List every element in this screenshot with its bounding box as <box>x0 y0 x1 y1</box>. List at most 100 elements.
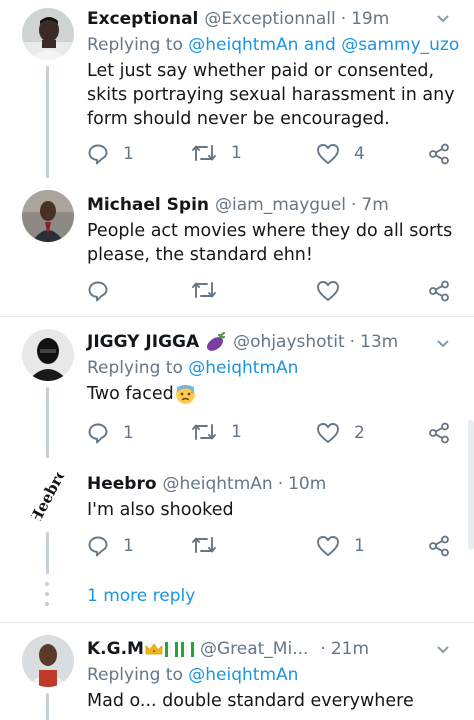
like-button[interactable] <box>316 280 340 302</box>
replying-to: Replying to @heiqhtmAn and @sammy_uzo <box>87 33 464 57</box>
reply-button[interactable]: 1 <box>87 535 134 557</box>
thread-line <box>46 66 49 178</box>
tweet-header: Michael Spin @iam_mayguel · 7m <box>87 193 464 217</box>
tweet-text: Two faced <box>87 384 174 404</box>
retweet-button[interactable] <box>191 535 217 555</box>
share-icon <box>429 143 449 165</box>
separator-dot: · <box>277 474 284 494</box>
scrollbar[interactable] <box>468 420 474 550</box>
user-handle[interactable]: @Great_Mi... <box>200 637 308 661</box>
avatar[interactable] <box>22 329 74 381</box>
timestamp[interactable]: 13m <box>360 330 398 354</box>
retweet-count: 1 <box>231 422 242 442</box>
thread-line <box>46 387 49 458</box>
timestamp[interactable]: 7m <box>361 193 388 217</box>
reply-count: 1 <box>123 144 134 164</box>
reply-button[interactable] <box>87 280 109 302</box>
display-name[interactable]: Heebro <box>87 472 157 496</box>
separator-dot: · <box>320 639 326 659</box>
user-handle[interactable]: @heiqhtmAn <box>163 472 273 496</box>
avatar[interactable]: Heebro <box>22 470 74 522</box>
retweet-button[interactable]: 1 <box>191 422 242 442</box>
reply-tweet[interactable]: Michael Spin @iam_mayguel · 7m People ac… <box>0 178 474 316</box>
avatar[interactable] <box>22 8 74 60</box>
display-name[interactable]: Exceptional <box>87 7 198 31</box>
chevron-down-icon[interactable] <box>436 643 450 657</box>
separator-dot: · <box>349 332 356 352</box>
more-replies-link[interactable]: 1 more reply <box>87 586 195 606</box>
tweet-body: K.G.M @Great_Mi... · 21m Replying to @he… <box>87 637 464 713</box>
separator-dot: · <box>351 195 357 215</box>
replying-to: Replying to @heiqhtmAn <box>87 356 464 380</box>
chevron-down-icon[interactable] <box>436 337 450 351</box>
thread-dots <box>45 582 49 612</box>
retweet-count: 1 <box>231 143 242 163</box>
heart-icon <box>317 423 339 443</box>
tweet-header: K.G.M @Great_Mi... · 21m <box>87 637 464 661</box>
heart-icon <box>317 281 339 301</box>
like-button[interactable]: 4 <box>316 143 365 165</box>
reply-tweet[interactable]: K.G.M @Great_Mi... · 21m Replying to @he… <box>0 623 474 720</box>
share-icon <box>429 280 449 302</box>
heart-icon <box>317 536 339 556</box>
tweet-actions <box>87 280 458 304</box>
reply-tweet[interactable]: Exceptional @Exceptionnall · 19m Replyin… <box>0 0 474 178</box>
replying-to-label: Replying to <box>87 358 183 378</box>
replying-to-users[interactable]: @heiqhtmAn <box>188 665 298 685</box>
tweet-text: People act movies where they do all sort… <box>87 221 453 265</box>
tweet-actions: 1 1 <box>87 535 458 559</box>
replying-to-users[interactable]: @heiqhtmAn and @sammy_uzo <box>188 35 459 55</box>
like-button[interactable]: 2 <box>316 422 365 444</box>
crown-icon <box>145 643 163 655</box>
reply-button[interactable]: 1 <box>87 143 134 165</box>
share-button[interactable] <box>428 535 450 557</box>
display-name[interactable]: K.G.M <box>87 637 144 661</box>
share-button[interactable] <box>428 422 450 444</box>
display-name[interactable]: Michael Spin <box>87 193 209 217</box>
replying-to-users[interactable]: @heiqhtmAn <box>188 358 298 378</box>
reply-button[interactable]: 1 <box>87 422 134 444</box>
retweet-icon <box>192 537 216 553</box>
avatar[interactable] <box>22 190 74 242</box>
reply-tweet[interactable]: Heebro Heebro @heiqhtmAn · 10m I'm also … <box>0 458 474 574</box>
tweet-header: Heebro @heiqhtmAn · 10m <box>87 472 464 496</box>
user-handle[interactable]: @Exceptionnall <box>204 7 335 31</box>
replying-to-label: Replying to <box>87 665 183 685</box>
nigeria-flag-icon <box>164 641 178 657</box>
heart-icon <box>317 144 339 164</box>
like-button[interactable]: 1 <box>316 535 365 557</box>
tweet-header: Exceptional @Exceptionnall · 19m <box>87 7 464 31</box>
reply-icon <box>88 536 108 557</box>
tweet-text-row: Two faced <box>87 382 464 406</box>
like-count: 2 <box>354 423 365 443</box>
timestamp[interactable]: 10m <box>288 472 326 496</box>
timestamp[interactable]: 19m <box>351 7 389 31</box>
display-name[interactable]: JIGGY JIGGA <box>87 330 199 354</box>
avatar[interactable] <box>22 635 74 687</box>
replying-to-label: Replying to <box>87 35 183 55</box>
anxious-face-icon <box>175 384 195 404</box>
tweet-text: I'm also shooked <box>87 500 234 520</box>
replying-to: Replying to @heiqhtmAn <box>87 663 464 687</box>
reply-icon <box>88 281 108 302</box>
user-handle[interactable]: @iam_mayguel <box>215 193 346 217</box>
tweet-body: Heebro @heiqhtmAn · 10m I'm also shooked <box>87 472 464 522</box>
separator-dot: · <box>340 9 347 29</box>
timestamp[interactable]: 21m <box>331 637 369 661</box>
share-button[interactable] <box>428 143 450 165</box>
tweet-header: JIGGY JIGGA @ohjayshotit · 13m <box>87 330 464 354</box>
chevron-down-icon[interactable] <box>436 12 450 26</box>
reply-icon <box>88 423 108 444</box>
retweet-button[interactable] <box>191 280 217 300</box>
eggplant-icon <box>207 332 226 351</box>
retweet-button[interactable]: 1 <box>191 143 242 163</box>
user-handle[interactable]: @ohjayshotit <box>233 330 344 354</box>
retweet-icon <box>192 424 216 440</box>
reply-tweet[interactable]: JIGGY JIGGA @ohjayshotit · 13m Replying … <box>0 317 474 458</box>
share-icon <box>429 535 449 557</box>
tweet-body: Michael Spin @iam_mayguel · 7m People ac… <box>87 193 464 267</box>
tweet-body: JIGGY JIGGA @ohjayshotit · 13m Replying … <box>87 330 464 406</box>
share-icon <box>429 422 449 444</box>
reply-count: 1 <box>123 536 134 556</box>
share-button[interactable] <box>428 280 450 302</box>
